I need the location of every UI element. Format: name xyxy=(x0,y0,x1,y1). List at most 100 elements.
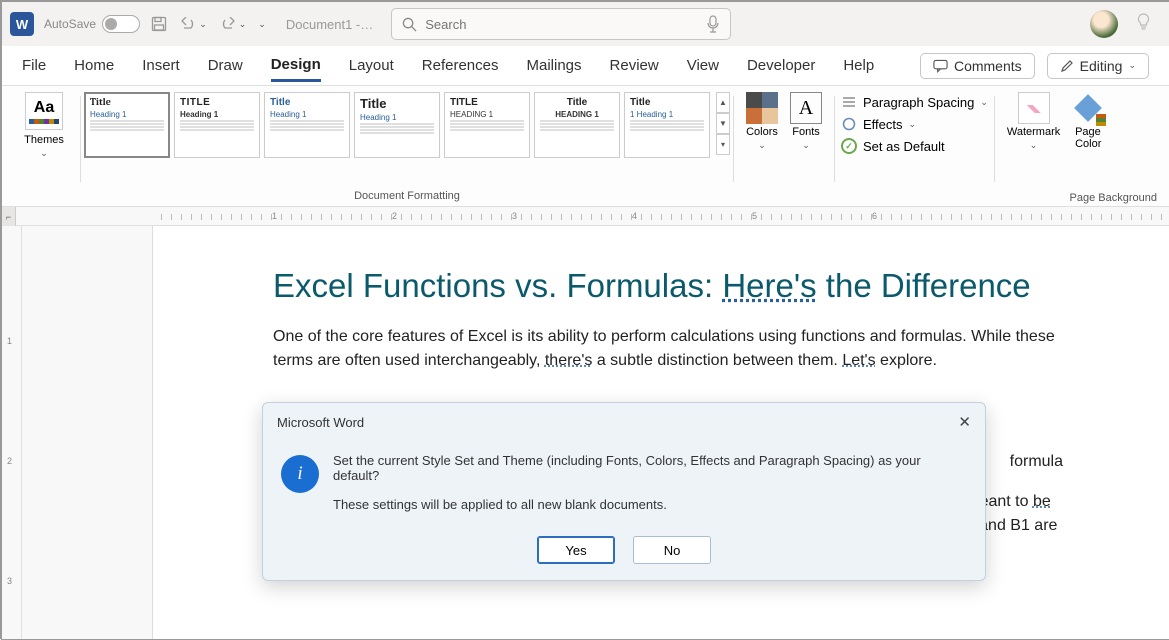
ribbon-tabs: File Home Insert Draw Design Layout Refe… xyxy=(2,46,1169,86)
dialog-close-icon[interactable]: ✕ xyxy=(958,413,971,431)
page-color-button[interactable]: PageColor xyxy=(1072,92,1104,150)
tab-home[interactable]: Home xyxy=(74,51,114,80)
dialog-message: Set the current Style Set and Theme (inc… xyxy=(333,453,967,483)
fonts-icon: A xyxy=(790,92,822,124)
chevron-down-icon: ⌄ xyxy=(802,140,810,151)
search-icon xyxy=(402,17,417,32)
microphone-icon[interactable] xyxy=(706,15,720,33)
watermark-button[interactable]: Watermark ⌄ xyxy=(1007,92,1060,151)
ribbon-design: Aa Themes ⌄ TitleHeading 1 TITLEHeading … xyxy=(2,86,1169,206)
dialog-yes-button[interactable]: Yes xyxy=(537,536,615,564)
help-lightbulb-icon[interactable] xyxy=(1136,13,1151,35)
redo-icon[interactable]: ⌄ xyxy=(219,17,247,31)
document-heading[interactable]: Excel Functions vs. Formulas: Here's the… xyxy=(273,262,1169,311)
ruler-number: 5 xyxy=(752,211,757,221)
search-input[interactable] xyxy=(425,17,698,32)
ruler-corner: ⌐ xyxy=(2,207,16,227)
chevron-down-icon: ⌄ xyxy=(40,148,48,159)
autosave-toggle[interactable]: AutoSave Off xyxy=(44,15,137,33)
set-as-default-button[interactable]: ✓ Set as Default xyxy=(841,138,988,154)
check-circle-icon: ✓ xyxy=(841,138,857,154)
paragraph-spacing-icon xyxy=(841,94,857,110)
info-icon: i xyxy=(281,455,319,493)
colors-icon xyxy=(746,92,778,124)
comments-label: Comments xyxy=(954,58,1022,74)
pencil-icon xyxy=(1060,59,1074,73)
tab-view[interactable]: View xyxy=(687,51,719,80)
tab-draw[interactable]: Draw xyxy=(208,51,243,80)
chevron-down-icon: ⌄ xyxy=(1128,60,1136,71)
tab-mailings[interactable]: Mailings xyxy=(527,51,582,80)
quick-access-toolbar: ⌄ ⌄ ⌄ xyxy=(151,16,266,32)
themes-icon: Aa xyxy=(25,92,63,130)
style-set-card[interactable]: TITLEHEADING 1 xyxy=(444,92,530,158)
tab-references[interactable]: References xyxy=(422,51,499,80)
tab-help[interactable]: Help xyxy=(843,51,874,80)
document-name: Document1 -… xyxy=(286,17,373,32)
style-set-card[interactable]: Title1 Heading 1 xyxy=(624,92,710,158)
paragraph-spacing-button[interactable]: Paragraph Spacing ⌄ xyxy=(841,94,988,110)
chevron-down-icon: ⌄ xyxy=(909,119,917,130)
group-label-doc-formatting: Document Formatting xyxy=(87,190,727,202)
comments-button[interactable]: Comments xyxy=(920,53,1035,79)
colors-button[interactable]: Colors ⌄ xyxy=(746,92,778,151)
style-set-gallery: TitleHeading 1 TITLEHeading 1 TitleHeadi… xyxy=(84,92,730,158)
ruler-number: 4 xyxy=(632,211,637,221)
chevron-down-icon: ⌄ xyxy=(980,97,988,108)
document-paragraph[interactable]: One of the core features of Excel is its… xyxy=(273,325,1063,372)
gallery-scroll-down[interactable]: ▼ xyxy=(716,113,730,134)
comment-icon xyxy=(933,59,948,73)
ruler-number: 2 xyxy=(7,456,12,466)
themes-button[interactable]: Aa Themes ⌄ xyxy=(20,92,68,159)
effects-icon xyxy=(841,116,857,132)
style-set-card[interactable]: TitleHeading 1 xyxy=(84,92,170,158)
search-box[interactable] xyxy=(391,8,731,40)
save-icon[interactable] xyxy=(151,16,167,32)
user-avatar[interactable] xyxy=(1090,10,1118,38)
editing-label: Editing xyxy=(1080,58,1123,74)
tab-insert[interactable]: Insert xyxy=(142,51,180,80)
effects-button[interactable]: Effects ⌄ xyxy=(841,116,988,132)
qat-customize-icon[interactable]: ⌄ xyxy=(258,19,266,30)
tab-file[interactable]: File xyxy=(22,51,46,80)
vertical-ruler[interactable]: 1 2 3 xyxy=(2,226,22,639)
gallery-expand[interactable]: ▾ xyxy=(716,134,730,155)
chevron-down-icon: ⌄ xyxy=(1030,140,1038,151)
ruler-number: 3 xyxy=(512,211,517,221)
style-set-card[interactable]: TitleHeading 1 xyxy=(354,92,440,158)
tab-design[interactable]: Design xyxy=(271,50,321,82)
toggle-switch[interactable] xyxy=(102,15,140,33)
style-set-card[interactable]: TitleHeading 1 xyxy=(264,92,350,158)
themes-label: Themes xyxy=(24,134,64,146)
tab-review[interactable]: Review xyxy=(610,51,659,80)
watermark-label: Watermark xyxy=(1007,126,1060,138)
style-set-card[interactable]: TitleHEADING 1 xyxy=(534,92,620,158)
paragraph-spacing-label: Paragraph Spacing xyxy=(863,95,974,110)
chevron-down-icon: ⌄ xyxy=(758,140,766,151)
editing-mode-button[interactable]: Editing ⌄ xyxy=(1047,53,1149,79)
ruler-number: 1 xyxy=(7,336,12,346)
undo-icon[interactable]: ⌄ xyxy=(179,17,207,31)
fonts-label: Fonts xyxy=(792,126,820,138)
horizontal-ruler[interactable]: ⌐ 1 2 3 4 5 6 xyxy=(2,206,1169,226)
dialog-no-button[interactable]: No xyxy=(633,536,711,564)
style-set-card[interactable]: TITLEHeading 1 xyxy=(174,92,260,158)
ruler-number: 3 xyxy=(7,576,12,586)
ruler-number: 1 xyxy=(272,211,277,221)
effects-label: Effects xyxy=(863,117,903,132)
confirm-dialog: Microsoft Word ✕ i Set the current Style… xyxy=(262,402,986,581)
dialog-title: Microsoft Word xyxy=(277,415,364,430)
ruler-number: 2 xyxy=(392,211,397,221)
tab-layout[interactable]: Layout xyxy=(349,51,394,80)
group-label-page-background: Page Background xyxy=(1070,192,1157,204)
tab-developer[interactable]: Developer xyxy=(747,51,815,80)
word-app-icon: W xyxy=(10,12,34,36)
gallery-scroll-up[interactable]: ▲ xyxy=(716,92,730,113)
paragraph-options: Paragraph Spacing ⌄ Effects ⌄ ✓ Set as D… xyxy=(841,92,988,154)
colors-label: Colors xyxy=(746,126,778,138)
fonts-button[interactable]: A Fonts ⌄ xyxy=(790,92,822,151)
page-color-label: PageColor xyxy=(1075,126,1101,150)
watermark-icon xyxy=(1018,92,1050,124)
gallery-scroll: ▲ ▼ ▾ xyxy=(716,92,730,158)
dialog-message: These settings will be applied to all ne… xyxy=(333,497,967,512)
